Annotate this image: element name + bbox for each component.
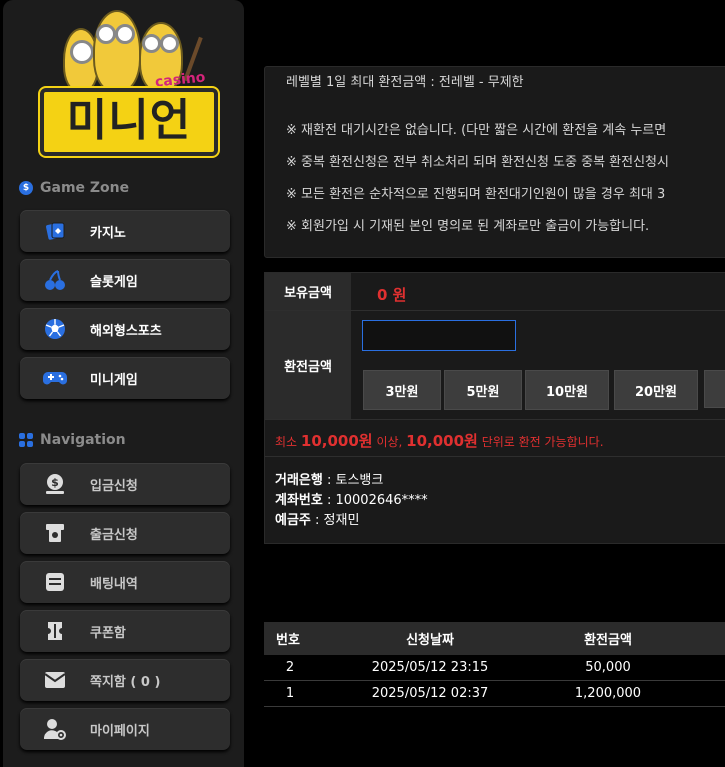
quick-amount-50000-button[interactable]: 5만원 xyxy=(444,370,522,410)
menu-item-bet-history[interactable]: 배팅내역 xyxy=(20,561,230,603)
quick-amount-more-button[interactable]: 5 xyxy=(704,370,725,408)
envelope-icon xyxy=(43,668,67,692)
coupon-icon xyxy=(43,619,67,643)
account-number-row: 계좌번호 : 10002646**** xyxy=(275,489,428,508)
minion-figure xyxy=(93,10,141,92)
menu-item-deposit[interactable]: $ 입금신청 xyxy=(20,463,230,505)
section-game-zone: $ Game Zone xyxy=(19,180,129,196)
balance-label: 보유금액 xyxy=(265,273,351,311)
divider xyxy=(265,419,725,420)
logo-title: 미니언 xyxy=(40,88,218,156)
svg-text:$: $ xyxy=(51,476,59,489)
casino-card-icon xyxy=(43,219,67,243)
holder-label: 예금주 xyxy=(275,513,311,528)
menu-item-slot[interactable]: 슬롯게임 xyxy=(20,259,230,301)
min-mid: 이상, xyxy=(376,435,403,449)
notice-line: ※ 재환전 대기시간은 없습니다. (다만 짧은 시간에 환전을 계속 누르면 xyxy=(286,123,667,138)
account-holder-row: 예금주 : 정재민 xyxy=(275,509,359,528)
min-prefix: 최소 xyxy=(275,435,298,449)
menu-item-sports[interactable]: 해외형스포츠 xyxy=(20,308,230,350)
bank-name-row: 거래은행 : 토스뱅크 xyxy=(275,469,383,488)
table-row: 2 2025/05/12 23:15 50,000 xyxy=(264,655,725,681)
menu-item-label: 마이페이지 xyxy=(90,723,150,739)
quick-amount-200000-button[interactable]: 20만원 xyxy=(614,370,698,410)
withdraw-amount-input[interactable] xyxy=(362,320,516,351)
bank-value: : 토스뱅크 xyxy=(322,473,384,488)
soccer-ball-icon xyxy=(43,317,67,341)
section-navigation: Navigation xyxy=(19,432,126,448)
bet-history-icon xyxy=(43,570,67,594)
unit-amount: 10,000원 xyxy=(406,432,478,450)
menu-item-casino[interactable]: 카지노 xyxy=(20,210,230,252)
menu-item-messages[interactable]: 쪽지함 ( 0 ) xyxy=(20,659,230,701)
menu-item-label: 슬롯게임 xyxy=(90,274,138,290)
account-value: : 10002646**** xyxy=(322,493,428,508)
menu-item-minigame[interactable]: 미니게임 xyxy=(20,357,230,399)
column-header-date: 신청날짜 xyxy=(406,633,454,648)
withdraw-history-table: 번호 신청날짜 환전금액 2 2025/05/12 23:15 50,000 1… xyxy=(264,622,725,707)
cell-date: 2025/05/12 23:15 xyxy=(371,660,489,675)
account-label: 계좌번호 xyxy=(275,493,323,508)
menu-item-label: 배팅내역 xyxy=(90,576,138,592)
quick-amount-100000-button[interactable]: 10만원 xyxy=(525,370,609,410)
main-content: 레벨별 1일 최대 환전금액 : 전레벨 - 무제한 ※ 재환전 대기시간은 없… xyxy=(244,0,725,767)
deposit-coin-icon: $ xyxy=(43,472,67,496)
menu-item-label: 미니게임 xyxy=(90,372,138,388)
notice-line: ※ 모든 환전은 순차적으로 진행되며 환전대기인원이 많을 경우 최대 3 xyxy=(286,187,666,202)
menu-item-mypage[interactable]: 마이페이지 xyxy=(20,708,230,750)
section-navigation-label: Navigation xyxy=(40,432,126,448)
divider xyxy=(265,456,725,457)
column-header-no: 번호 xyxy=(276,633,300,648)
grid-icon xyxy=(19,433,33,447)
menu-item-label: 쪽지함 ( 0 ) xyxy=(90,674,161,690)
withdraw-icon xyxy=(43,521,67,545)
table-row: 1 2025/05/12 02:37 1,200,000 xyxy=(264,681,725,707)
table-header: 번호 신청날짜 환전금액 xyxy=(264,622,725,655)
cherry-icon xyxy=(43,268,67,292)
menu-item-label: 해외형스포츠 xyxy=(90,323,162,339)
menu-item-label: 카지노 xyxy=(90,225,126,241)
notice-line: 레벨별 1일 최대 환전금액 : 전레벨 - 무제한 xyxy=(286,75,524,90)
gamepad-icon xyxy=(43,366,67,390)
holder-value: : 정재민 xyxy=(310,513,360,528)
bank-label: 거래은행 xyxy=(275,473,323,488)
minion-casino-logo[interactable]: casino 미니언 xyxy=(31,6,221,156)
min-suffix: 단위로 환전 가능합니다. xyxy=(481,435,604,449)
user-gear-icon xyxy=(43,717,67,741)
cell-amount: 50,000 xyxy=(585,660,631,675)
notice-line: ※ 중복 환전신청은 전부 취소처리 되며 환전신청 도중 중복 환전신청시 xyxy=(286,155,669,170)
cell-amount: 1,200,000 xyxy=(574,686,642,701)
menu-item-label: 출금신청 xyxy=(90,527,138,543)
menu-item-coupon[interactable]: 쿠폰함 xyxy=(20,610,230,652)
cell-no: 1 xyxy=(285,686,295,701)
minimum-amount-message: 최소 10,000원 이상, 10,000원 단위로 환전 가능합니다. xyxy=(275,430,604,451)
notice-line: ※ 회원가입 시 기재된 본인 명의로 된 계좌로만 출금이 가능합니다. xyxy=(286,219,650,234)
cell-date: 2025/05/12 02:37 xyxy=(371,686,489,701)
dollar-coin-icon: $ xyxy=(19,181,33,195)
section-game-zone-label: Game Zone xyxy=(40,180,130,196)
withdraw-form: 보유금액 0 원 환전금액 3만원 5만원 10만원 20만원 5 최소 10,… xyxy=(264,272,725,544)
min-amount: 10,000원 xyxy=(300,432,373,450)
menu-item-label: 입금신청 xyxy=(90,478,138,494)
quick-amount-30000-button[interactable]: 3만원 xyxy=(363,370,441,410)
amount-label: 환전금액 xyxy=(265,311,351,419)
withdraw-notice-box: 레벨별 1일 최대 환전금액 : 전레벨 - 무제한 ※ 재환전 대기시간은 없… xyxy=(264,66,725,258)
balance-value: 0 원 xyxy=(377,286,407,304)
sidebar: casino 미니언 $ Game Zone 카지노 슬롯게임 해외형스포츠 미… xyxy=(3,0,244,767)
menu-item-label: 쿠폰함 xyxy=(90,625,126,641)
menu-item-withdraw[interactable]: 출금신청 xyxy=(20,512,230,554)
column-header-amount: 환전금액 xyxy=(584,633,632,648)
cell-no: 2 xyxy=(285,660,295,675)
